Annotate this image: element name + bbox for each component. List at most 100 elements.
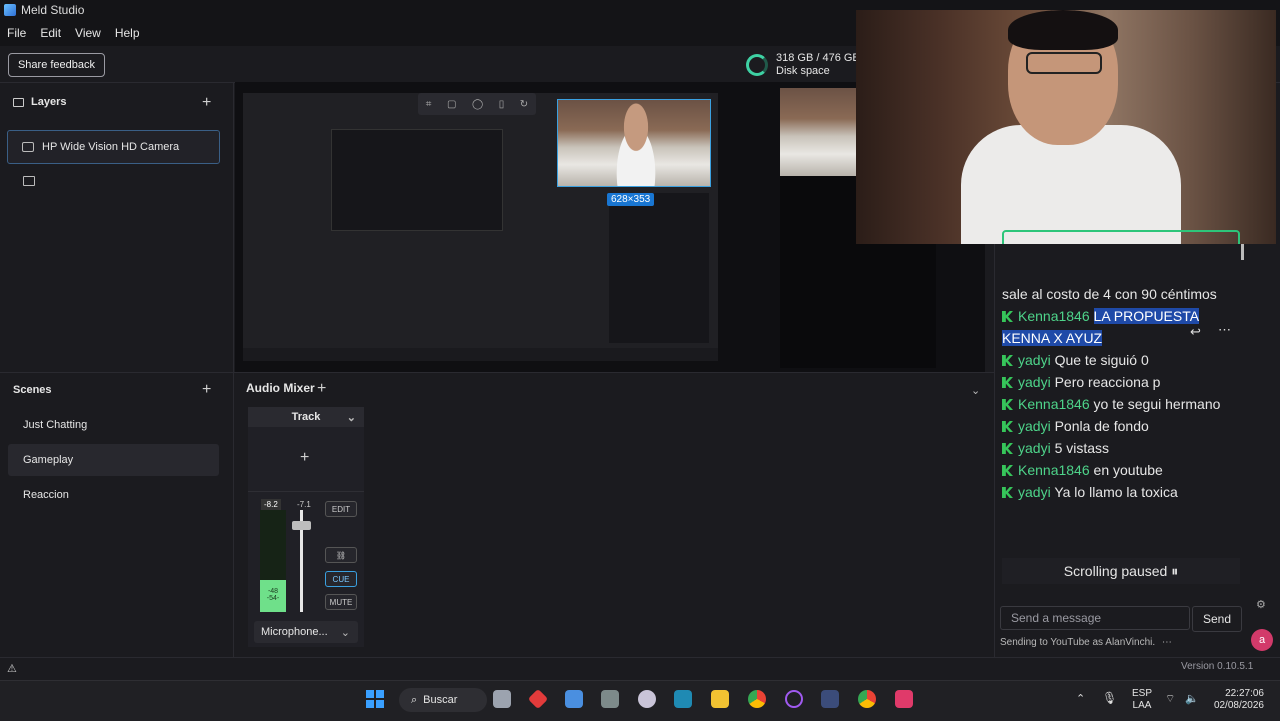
language-indicator[interactable]: ESP LAA	[1132, 688, 1152, 712]
add-layer-button[interactable]: +	[202, 95, 211, 111]
scrolling-paused-button[interactable]: Scrolling paused ⏸	[1002, 558, 1240, 584]
chat-message: yadyi Pero reacciona p	[996, 371, 1246, 393]
layer-item-camera[interactable]: HP Wide Vision HD Camera	[7, 130, 220, 164]
app-icon-grey[interactable]	[601, 690, 619, 708]
window-title: Meld Studio	[21, 3, 85, 17]
collapse-audio-chevron-icon[interactable]: ⌄	[971, 384, 980, 397]
clock[interactable]: 22:27:06 02/08/2026	[1208, 688, 1264, 712]
kick-badge-icon	[1002, 355, 1013, 366]
disk-usage-ring-icon	[746, 54, 768, 76]
scene-item-gameplay[interactable]: Gameplay	[8, 444, 219, 476]
chat-message-input[interactable]: Send a message	[1000, 606, 1190, 630]
microphone-icon[interactable]: 🎙	[1102, 691, 1117, 705]
version-label: Version 0.10.5.1	[1181, 661, 1254, 672]
file-explorer-icon[interactable]	[711, 690, 729, 708]
link-icon[interactable]: ⛓	[325, 547, 357, 563]
webcam-overlay	[856, 10, 1276, 244]
audio-divider	[234, 372, 994, 373]
kick-badge-icon	[1002, 443, 1013, 454]
chat-message: Kenna1846 yo te segui hermano	[996, 393, 1246, 415]
layers-icon	[13, 97, 24, 107]
monitor-icon[interactable]	[23, 176, 35, 186]
chat-message: Kenna1846 en youtube	[996, 459, 1246, 481]
menu-edit[interactable]: Edit	[40, 26, 61, 40]
chevron-up-icon[interactable]: ⌃	[1076, 692, 1085, 705]
audio-source-select[interactable]: Microphone... ⌄	[254, 621, 358, 643]
disk-space-value: 318 GB / 476 GB	[776, 52, 860, 64]
send-button[interactable]: Send	[1192, 606, 1242, 632]
add-track-source-button[interactable]: +	[300, 450, 309, 466]
app-icon-blue[interactable]	[565, 690, 583, 708]
reply-icon[interactable]: ↩	[1190, 324, 1201, 340]
phone-icon[interactable]: ▯	[499, 99, 505, 110]
audio-source-label: Microphone...	[261, 626, 328, 638]
transform-toolbar: ⌗ ▢ ◯ ▯ ↻	[418, 93, 536, 115]
nested-preview-screenshot	[331, 129, 503, 231]
wifi-icon[interactable]: ⌔	[1165, 692, 1175, 706]
volume-icon[interactable]: 🔈	[1185, 692, 1199, 705]
select-icon[interactable]: ▢	[447, 99, 456, 110]
add-scene-button[interactable]: +	[202, 382, 211, 398]
meld-studio-taskbar-icon[interactable]	[821, 690, 839, 708]
kick-badge-icon	[1002, 487, 1013, 498]
camera-icon	[22, 142, 34, 152]
gear-icon[interactable]: ⚙	[1256, 598, 1266, 611]
share-feedback-button[interactable]: Share feedback	[8, 53, 105, 77]
taskbar-search[interactable]: ⌕ Buscar	[399, 688, 487, 712]
sending-info: Sending to YouTube as AlanVinchi. ⋯	[1000, 637, 1172, 648]
selected-camera-layer[interactable]	[557, 99, 711, 187]
chevron-down-icon: ⌄	[340, 626, 350, 639]
chat-message: yadyi Ponla de fondo	[996, 415, 1246, 437]
scenes-title: Scenes	[13, 384, 52, 396]
layer-item-label: HP Wide Vision HD Camera	[42, 141, 180, 153]
taskbar-search-label: Buscar	[423, 694, 458, 706]
meld-logo-icon	[4, 4, 16, 16]
mute-button[interactable]: MUTE	[325, 594, 357, 610]
disk-space-indicator: 318 GB / 476 GB Disk space	[746, 52, 860, 78]
avatar[interactable]: a	[1251, 629, 1273, 651]
app-icon-round[interactable]	[638, 690, 656, 708]
crop-icon[interactable]: ⌗	[426, 99, 432, 110]
menu-file[interactable]: File	[7, 26, 26, 40]
chat-message: Kenna1846 LA PROPUESTA KENNA X AYUZ	[1002, 308, 1200, 346]
circle-icon[interactable]: ◯	[472, 99, 483, 110]
menu-view[interactable]: View	[75, 26, 101, 40]
chrome-icon[interactable]	[748, 690, 766, 708]
more-options-icon[interactable]: ⋯	[1162, 637, 1172, 648]
kick-badge-icon	[1002, 465, 1013, 476]
level-meter-fill: -48 -54-	[260, 580, 286, 612]
track-dropdown[interactable]: Track ⌄	[248, 407, 364, 427]
nested-chat	[609, 193, 709, 343]
kick-badge-icon	[1002, 421, 1013, 432]
fader-db-readout: -7.1	[297, 500, 311, 509]
app-icon-purple[interactable]	[785, 690, 803, 708]
chat-message: yadyi 5 vistass	[996, 437, 1246, 459]
app-icon-dolphin[interactable]	[674, 690, 692, 708]
warning-icon[interactable]: ⚠	[7, 662, 17, 675]
nested-taskbar	[243, 348, 718, 361]
scene-item-reaccion[interactable]: Reaccion	[8, 479, 219, 511]
task-view-icon[interactable]	[493, 690, 511, 708]
kick-badge-icon	[1002, 377, 1013, 388]
audio-mixer-title: Audio Mixer	[246, 381, 315, 395]
scene-item-just-chatting[interactable]: Just Chatting	[8, 409, 219, 441]
windows-start-icon[interactable]	[366, 690, 384, 708]
track-label: Track	[291, 411, 321, 423]
kick-badge-icon	[1002, 399, 1013, 410]
rotate-icon[interactable]: ↻	[520, 99, 528, 110]
chrome-icon[interactable]	[858, 690, 876, 708]
menu-help[interactable]: Help	[115, 26, 140, 40]
cue-button[interactable]: CUE	[325, 571, 357, 587]
chat-message: yadyi Ya lo llamo la toxica	[996, 481, 1246, 503]
scenes-divider	[0, 372, 233, 373]
chevron-down-icon: ⌄	[346, 411, 356, 424]
meter-db-readout: -8.2	[261, 499, 281, 510]
more-options-icon[interactable]: ⋯	[1218, 322, 1231, 338]
volume-fader-knob[interactable]	[292, 521, 311, 530]
chat-messages[interactable]: sale al costo de 4 con 90 céntimos Kenna…	[996, 248, 1246, 588]
chat-message: yadyi Que te siguió 0	[996, 349, 1246, 371]
edit-button[interactable]: EDIT	[325, 501, 357, 517]
add-audio-button[interactable]: +	[317, 381, 326, 397]
app-icon-pink[interactable]	[895, 690, 913, 708]
left-panel-divider	[233, 82, 234, 657]
